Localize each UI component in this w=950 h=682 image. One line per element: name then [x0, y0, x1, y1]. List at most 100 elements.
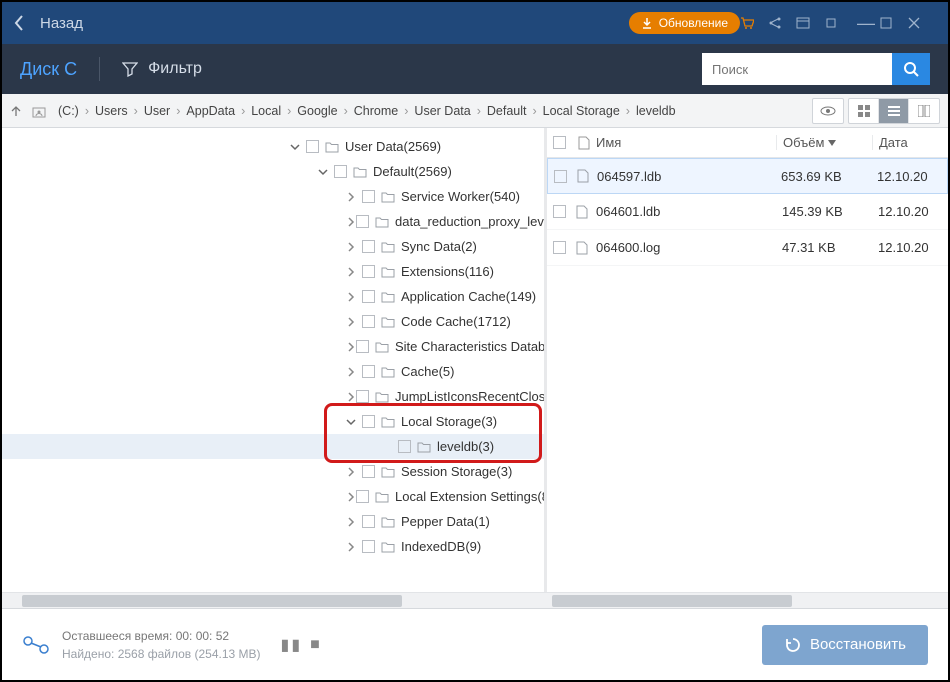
- tree-item[interactable]: Code Cache(1712): [2, 309, 544, 334]
- checkbox[interactable]: [362, 315, 375, 328]
- checkbox[interactable]: [362, 515, 375, 528]
- chevron-right-icon[interactable]: [346, 317, 362, 327]
- checkbox[interactable]: [362, 465, 375, 478]
- chevron-right-icon[interactable]: [346, 467, 362, 477]
- chevron-right-icon[interactable]: [346, 367, 362, 377]
- checkbox[interactable]: [334, 165, 347, 178]
- breadcrumb-local-storage[interactable]: Local Storage: [539, 104, 624, 118]
- chevron-right-icon: ›: [624, 104, 632, 118]
- minimize-icon[interactable]: —: [852, 13, 880, 34]
- stop-button[interactable]: ■: [310, 636, 320, 654]
- detail-view-button[interactable]: [909, 99, 939, 123]
- checkbox[interactable]: [362, 415, 375, 428]
- progress-icon: [22, 633, 50, 657]
- breadcrumb-google[interactable]: Google: [293, 104, 341, 118]
- breadcrumb-users[interactable]: Users: [91, 104, 132, 118]
- breadcrumb-user-data[interactable]: User Data: [410, 104, 474, 118]
- tree-item[interactable]: Default(2569): [2, 159, 544, 184]
- chevron-right-icon[interactable]: [346, 342, 356, 352]
- chevron-right-icon[interactable]: [346, 267, 362, 277]
- chevron-right-icon[interactable]: [346, 492, 356, 502]
- back-button[interactable]: Назад: [14, 15, 83, 32]
- tree-item[interactable]: Site Characteristics Database: [2, 334, 544, 359]
- cart-icon[interactable]: [740, 16, 768, 30]
- checkbox[interactable]: [362, 540, 375, 553]
- checkbox[interactable]: [356, 490, 369, 503]
- maximize-icon[interactable]: [880, 17, 908, 29]
- tree-item[interactable]: Local Storage(3): [2, 409, 544, 434]
- col-name[interactable]: Имя: [596, 135, 621, 150]
- col-size[interactable]: Объём: [776, 135, 872, 150]
- checkbox[interactable]: [306, 140, 319, 153]
- checkbox[interactable]: [362, 240, 375, 253]
- file-row[interactable]: 064600.log47.31 KB12.10.20: [547, 230, 948, 266]
- pause-button[interactable]: ▮▮: [281, 635, 303, 655]
- checkbox[interactable]: [554, 170, 567, 183]
- close-icon[interactable]: [908, 17, 936, 29]
- tree-item[interactable]: IndexedDB(9): [2, 534, 544, 559]
- file-row[interactable]: 064597.ldb653.69 KB12.10.20: [547, 158, 948, 194]
- chevron-right-icon: ›: [342, 104, 350, 118]
- col-date[interactable]: Дата: [872, 135, 942, 150]
- breadcrumb-appdata[interactable]: AppData: [182, 104, 239, 118]
- update-button[interactable]: Обновление: [629, 12, 740, 34]
- search-input[interactable]: [702, 53, 892, 85]
- user-folder-icon[interactable]: [32, 104, 54, 118]
- preview-toggle[interactable]: [813, 99, 843, 123]
- checkbox[interactable]: [356, 390, 369, 403]
- restore-button[interactable]: Восстановить: [762, 625, 928, 665]
- chevron-right-icon[interactable]: [346, 292, 362, 302]
- share-icon[interactable]: [768, 16, 796, 30]
- up-icon[interactable]: [10, 105, 32, 117]
- checkbox[interactable]: [398, 440, 411, 453]
- tree-item[interactable]: Cache(5): [2, 359, 544, 384]
- tree-item[interactable]: JumpListIconsRecentClosed(: [2, 384, 544, 409]
- grid-view-button[interactable]: [849, 99, 879, 123]
- checkbox[interactable]: [553, 241, 566, 254]
- tree-item[interactable]: Service Worker(540): [2, 184, 544, 209]
- checkbox[interactable]: [362, 290, 375, 303]
- tree-item[interactable]: Local Extension Settings(8): [2, 484, 544, 509]
- checkbox[interactable]: [362, 365, 375, 378]
- chevron-right-icon[interactable]: [346, 217, 356, 227]
- chevron-right-icon: ›: [475, 104, 483, 118]
- chevron-right-icon[interactable]: [346, 192, 362, 202]
- tree-item[interactable]: Session Storage(3): [2, 459, 544, 484]
- tree-item[interactable]: Application Cache(149): [2, 284, 544, 309]
- restore-down-icon[interactable]: [824, 16, 852, 30]
- tree-hscroll[interactable]: [2, 592, 544, 608]
- list-view-button[interactable]: [879, 99, 909, 123]
- tree-item[interactable]: Extensions(116): [2, 259, 544, 284]
- breadcrumb-local[interactable]: Local: [247, 104, 285, 118]
- select-all-checkbox[interactable]: [553, 136, 566, 149]
- chevron-right-icon[interactable]: [346, 392, 356, 402]
- chevron-down-icon[interactable]: [318, 167, 334, 177]
- tree-item[interactable]: data_reduction_proxy_leveld: [2, 209, 544, 234]
- breadcrumb-default[interactable]: Default: [483, 104, 531, 118]
- chevron-right-icon[interactable]: [346, 242, 362, 252]
- layout-icon[interactable]: [796, 16, 824, 30]
- tree-item[interactable]: leveldb(3): [2, 434, 544, 459]
- tree-item[interactable]: Pepper Data(1): [2, 509, 544, 534]
- file-hscroll[interactable]: [544, 592, 948, 608]
- chevron-right-icon[interactable]: [346, 542, 362, 552]
- chevron-right-icon[interactable]: [346, 517, 362, 527]
- tree-item[interactable]: Sync Data(2): [2, 234, 544, 259]
- checkbox[interactable]: [356, 215, 369, 228]
- tree-item[interactable]: User Data(2569): [2, 134, 544, 159]
- chevron-down-icon[interactable]: [346, 417, 362, 427]
- checkbox[interactable]: [553, 205, 566, 218]
- breadcrumb-leveldb[interactable]: leveldb: [632, 104, 680, 118]
- breadcrumb-user[interactable]: User: [140, 104, 174, 118]
- breadcrumb--c-[interactable]: (C:): [54, 104, 83, 118]
- filter-button[interactable]: Фильтр: [122, 60, 202, 78]
- disk-label[interactable]: Диск С: [20, 59, 77, 80]
- folder-icon: [325, 141, 339, 153]
- breadcrumb-chrome[interactable]: Chrome: [350, 104, 402, 118]
- chevron-down-icon[interactable]: [290, 142, 306, 152]
- checkbox[interactable]: [362, 265, 375, 278]
- checkbox[interactable]: [362, 190, 375, 203]
- search-button[interactable]: [892, 53, 930, 85]
- file-row[interactable]: 064601.ldb145.39 KB12.10.20: [547, 194, 948, 230]
- checkbox[interactable]: [356, 340, 369, 353]
